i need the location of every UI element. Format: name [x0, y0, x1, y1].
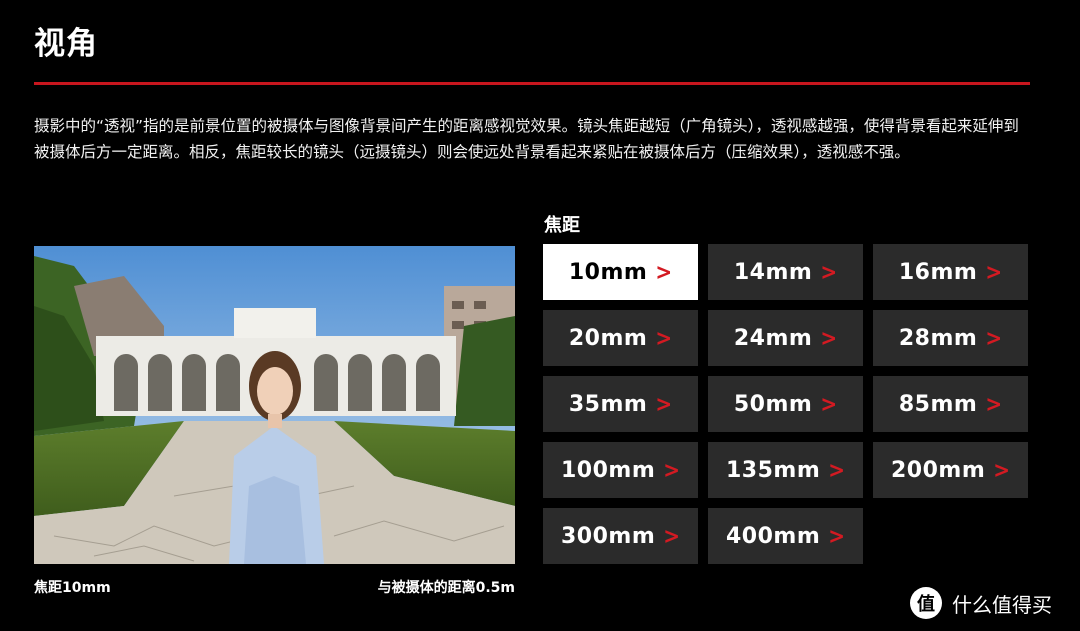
focal-button-100mm[interactable]: 100mm >: [543, 442, 698, 498]
photo-caption-focal-length: 焦距10mm: [34, 580, 111, 596]
chevron-right-icon: >: [663, 522, 681, 550]
focal-button-label: 300mm: [560, 523, 656, 549]
focal-button-16mm[interactable]: 16mm >: [873, 244, 1028, 300]
focal-button-label: 85mm: [898, 391, 978, 417]
section-title: 视角: [34, 26, 98, 62]
focal-button-20mm[interactable]: 20mm >: [543, 310, 698, 366]
focal-button-label: 400mm: [725, 523, 821, 549]
chevron-right-icon: >: [985, 390, 1003, 418]
focal-button-label: 24mm: [733, 325, 813, 351]
focal-button-135mm[interactable]: 135mm >: [708, 442, 863, 498]
chevron-right-icon: >: [828, 522, 846, 550]
focal-button-label: 35mm: [568, 391, 648, 417]
focal-button-24mm[interactable]: 24mm >: [708, 310, 863, 366]
focal-button-label: 10mm: [568, 259, 648, 285]
focal-button-14mm[interactable]: 14mm >: [708, 244, 863, 300]
chevron-right-icon: >: [993, 456, 1011, 484]
chevron-right-icon: >: [985, 258, 1003, 286]
focal-button-85mm[interactable]: 85mm >: [873, 376, 1028, 432]
sample-photo: [34, 246, 515, 564]
title-divider: [34, 82, 1030, 85]
section-description: 摄影中的“透视”指的是前景位置的被摄体与图像背景间产生的距离感视觉效果。镜头焦距…: [34, 117, 1019, 161]
focal-button-35mm[interactable]: 35mm >: [543, 376, 698, 432]
focal-button-200mm[interactable]: 200mm >: [873, 442, 1028, 498]
page: 视角 摄影中的“透视”指的是前景位置的被摄体与图像背景间产生的距离感视觉效果。镜…: [0, 0, 1080, 631]
focal-length-label: 焦距: [544, 215, 580, 236]
chevron-right-icon: >: [655, 390, 673, 418]
focal-button-300mm[interactable]: 300mm >: [543, 508, 698, 564]
brand-name: 什么值得买: [952, 592, 1052, 617]
chevron-right-icon: >: [828, 456, 846, 484]
chevron-right-icon: >: [820, 390, 838, 418]
watermark: 值 什么值得买: [910, 587, 1052, 619]
photo-caption-subject-distance: 与被摄体的距离0.5m: [377, 580, 515, 596]
focal-button-label: 135mm: [725, 457, 821, 483]
chevron-right-icon: >: [820, 324, 838, 352]
focal-button-label: 200mm: [890, 457, 986, 483]
focal-button-label: 100mm: [560, 457, 656, 483]
chevron-right-icon: >: [655, 324, 673, 352]
focal-button-28mm[interactable]: 28mm >: [873, 310, 1028, 366]
focal-button-label: 20mm: [568, 325, 648, 351]
focal-button-label: 16mm: [898, 259, 978, 285]
focal-button-label: 28mm: [898, 325, 978, 351]
focal-button-400mm[interactable]: 400mm >: [708, 508, 863, 564]
brand-logo-icon: 值: [910, 587, 942, 619]
focal-button-label: 14mm: [733, 259, 813, 285]
chevron-right-icon: >: [655, 258, 673, 286]
focal-length-grid: 10mm > 14mm > 16mm > 20mm > 24mm > 28mm > 35mm…: [543, 244, 1028, 564]
focal-button-10mm[interactable]: 10mm >: [543, 244, 698, 300]
chevron-right-icon: >: [820, 258, 838, 286]
chevron-right-icon: >: [985, 324, 1003, 352]
focal-button-50mm[interactable]: 50mm >: [708, 376, 863, 432]
chevron-right-icon: >: [663, 456, 681, 484]
focal-button-label: 50mm: [733, 391, 813, 417]
